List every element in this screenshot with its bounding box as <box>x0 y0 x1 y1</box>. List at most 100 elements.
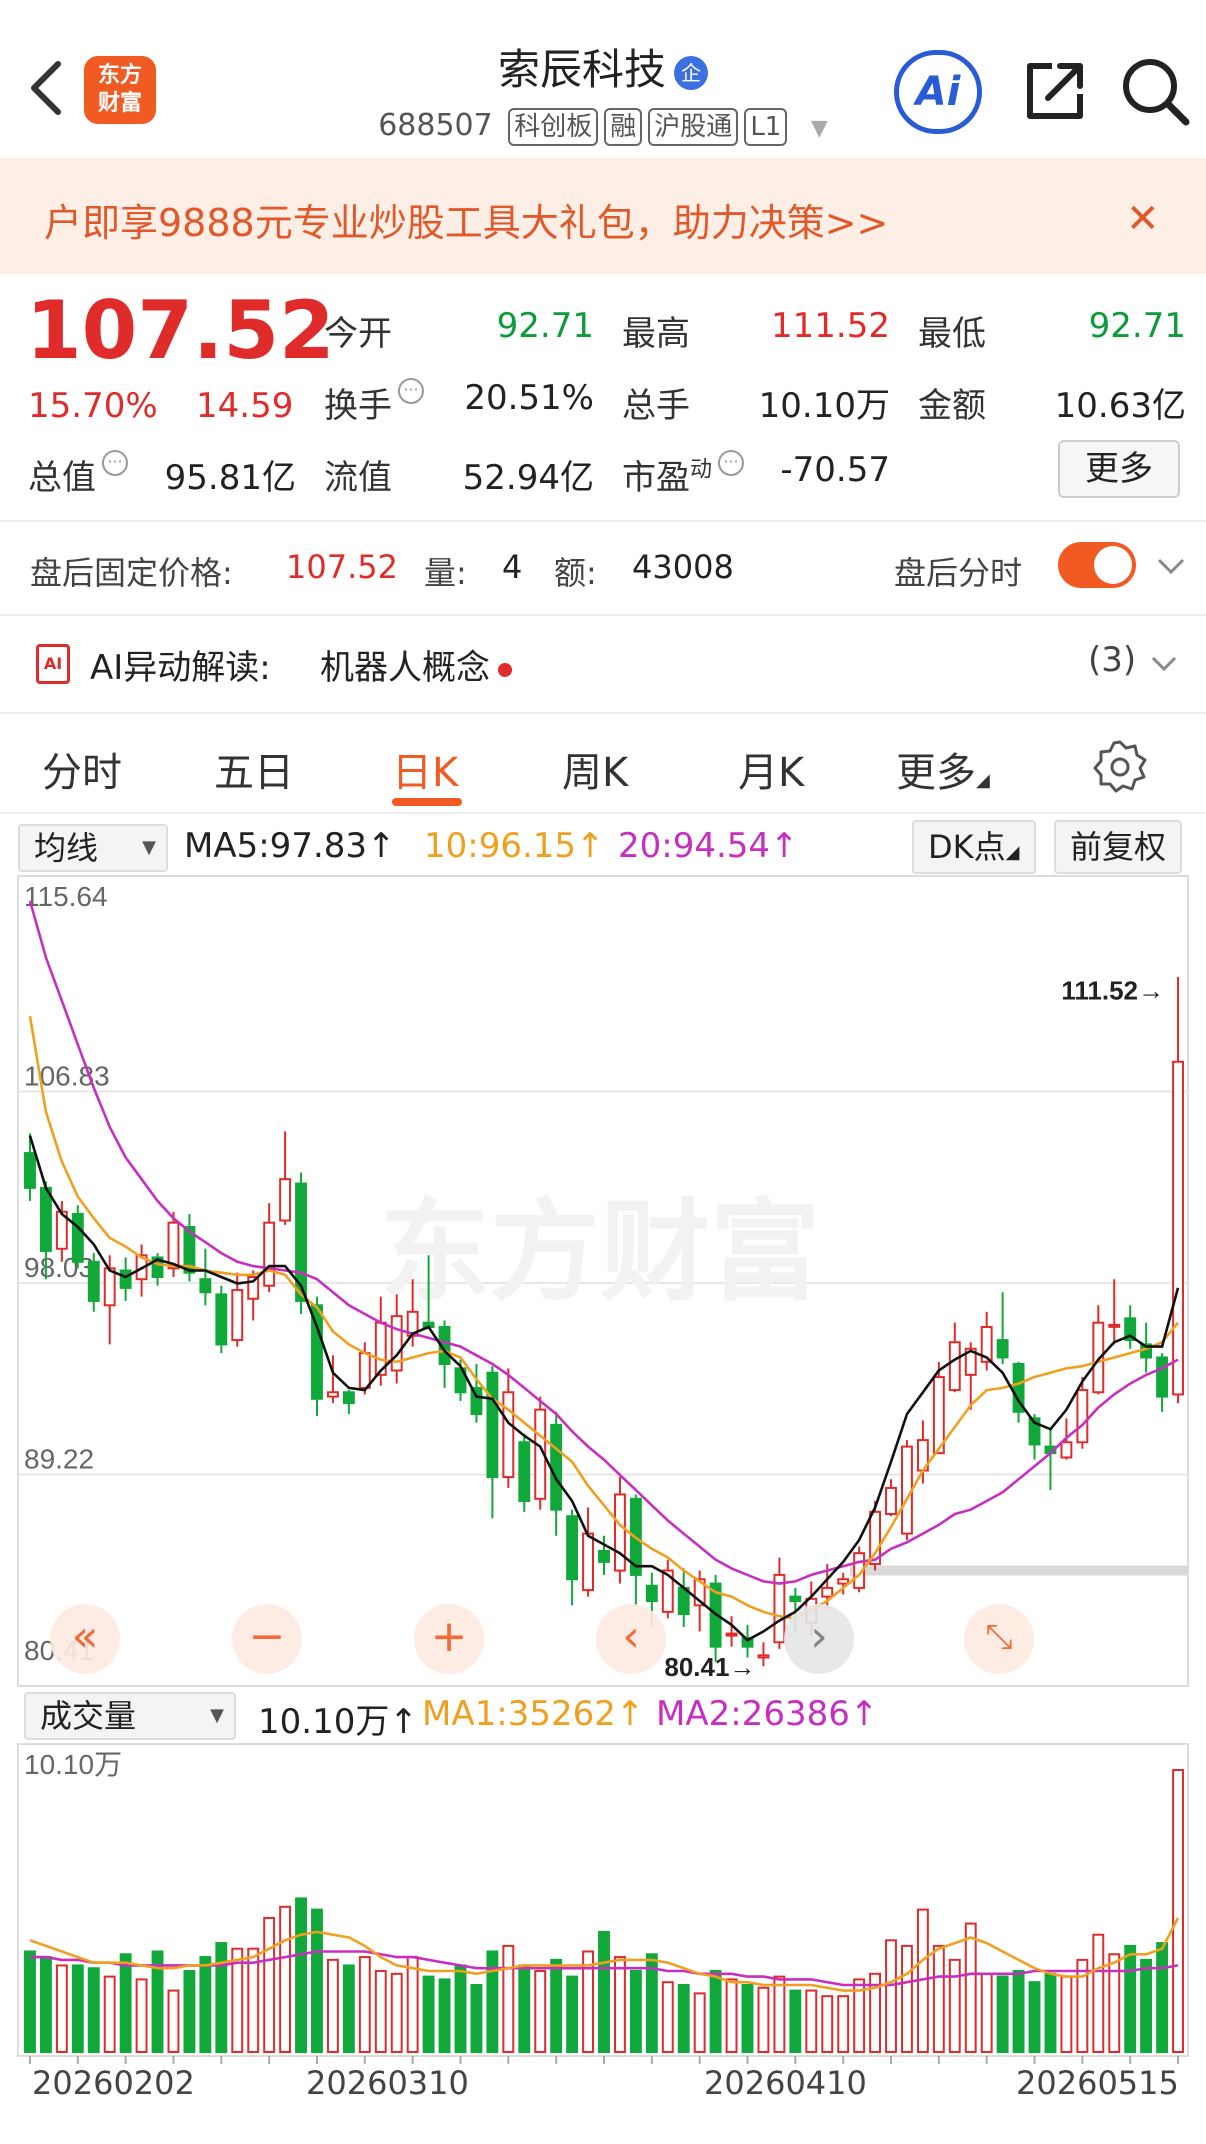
change-amount: 14.59 <box>196 386 294 426</box>
pe-value: -70.57 <box>780 450 890 490</box>
ai-button[interactable]: Ai <box>894 50 982 134</box>
volume-select[interactable]: 成交量 ▼ <box>24 1692 236 1740</box>
volume-bar-up <box>821 1995 834 2053</box>
volume-bar-up <box>948 1958 961 2053</box>
vol-ma2-value: MA2:26386↑ <box>656 1694 879 1734</box>
dk-point-button[interactable]: DK点◢ <box>912 820 1036 874</box>
candle-down <box>119 1257 132 1301</box>
floatcap-label: 流值 <box>324 458 392 498</box>
volume-bar-down <box>629 1970 642 2054</box>
mktcap-label: 总值 ··· <box>28 450 128 499</box>
candle-body <box>358 1352 371 1389</box>
volume-bar-down <box>1044 1972 1057 2053</box>
ai-alert-concept[interactable]: 机器人概念 <box>320 648 490 688</box>
candle-body <box>821 1586 834 1598</box>
header: 东方 财富 索辰科技企 688507 科创板融沪股通 L1 ▼ Ai <box>0 0 1206 156</box>
info-dots-icon[interactable]: ··· <box>102 450 128 476</box>
tab-intraday[interactable]: 分时 <box>42 740 122 798</box>
fullscreen-icon[interactable]: ⤡ <box>964 1604 1034 1674</box>
candle-up <box>279 1131 292 1225</box>
candle-body <box>885 1486 897 1516</box>
candle-up <box>885 1479 897 1517</box>
candle-body <box>119 1269 132 1289</box>
tab-monthly-k[interactable]: 月K <box>738 740 804 798</box>
vol-ma1-value: MA1:35262↑ <box>422 1694 645 1734</box>
y-tick-label: 115.64 <box>24 881 108 912</box>
dropdown-caret-icon[interactable]: ▼ <box>811 116 828 141</box>
volume-bar-up <box>1172 1769 1184 2053</box>
volume-bar-down <box>996 1975 1009 2053</box>
corner-caret-icon: ◢ <box>1005 842 1020 863</box>
volume-bar-down <box>789 1989 802 2054</box>
candle-body <box>725 1632 738 1637</box>
ai-alert-value[interactable]: 机器人概念 <box>320 640 512 689</box>
tab-more-label[interactable]: 更多 <box>896 750 976 796</box>
volume-bar-down <box>183 1970 196 2054</box>
info-dots-icon[interactable]: ··· <box>398 378 424 404</box>
ai-alert-count[interactable]: (3) <box>1088 640 1136 680</box>
ai-report-icon: AI <box>36 644 70 684</box>
volume-bar-up <box>534 1970 547 2054</box>
candle-body <box>71 1212 84 1263</box>
stock-code: 688507 <box>378 108 493 143</box>
volume-bar-up <box>980 1972 993 2053</box>
tab-weekly-k[interactable]: 周K <box>562 740 628 798</box>
gear-icon[interactable] <box>1092 738 1148 794</box>
tag-connect: 沪股通 <box>648 108 739 146</box>
ma5-value: MA5:97.83↑ <box>184 826 396 866</box>
divider <box>0 520 1206 522</box>
adjust-button[interactable]: 前复权 <box>1054 820 1182 874</box>
candlestick-chart[interactable]: 115.64106.8398.0389.2280.41东方财富111.52→80… <box>0 870 1206 1692</box>
candle-body <box>773 1573 786 1644</box>
volume-bar-down <box>598 1930 610 2053</box>
volume-bar-up <box>247 1947 260 2053</box>
more-button[interactable]: 更多 <box>1058 440 1180 498</box>
volume-bar-up <box>55 1964 68 2053</box>
ai-alert-label[interactable]: AI异动解读: <box>90 640 271 689</box>
ma-select[interactable]: 均线 ▼ <box>18 824 168 872</box>
zoom-out-icon[interactable]: − <box>232 1604 302 1674</box>
info-dots-icon[interactable]: ··· <box>718 450 745 476</box>
volume-bar-down <box>199 1956 212 2053</box>
x-label-0: 20260202 <box>32 2064 195 2102</box>
change-percent: 15.70% <box>28 386 158 426</box>
candle-body <box>39 1186 52 1252</box>
chevron-down-icon[interactable] <box>1156 556 1186 576</box>
candle-down <box>518 1433 531 1512</box>
volume-bar-up <box>1108 1953 1121 2053</box>
tab-daily-k[interactable]: 日K <box>392 740 458 798</box>
promo-banner[interactable]: 户即享9888元专业炒股工具大礼包，助力决策>> ✕ <box>0 158 1206 274</box>
tab-more[interactable]: 更多◢ <box>896 740 990 798</box>
volume-select-label[interactable]: 成交量 <box>40 1697 136 1735</box>
candle-body <box>582 1532 594 1592</box>
scroll-right-icon[interactable]: › <box>784 1604 854 1674</box>
volume-bar-up <box>167 1989 180 2054</box>
high-label: 最高 <box>622 314 690 354</box>
volume-bar-up <box>406 1956 419 2053</box>
share-icon[interactable] <box>1022 58 1088 124</box>
volume-bar-down <box>1028 1981 1041 2053</box>
volume-bar-down <box>566 1975 579 2053</box>
volume-chart[interactable]: 10.10万 <box>0 1740 1206 2070</box>
banner-text[interactable]: 户即享9888元专业炒股工具大礼包，助力决策>> <box>44 192 888 247</box>
volume-bar-up <box>901 1944 913 2053</box>
volume-bar-up <box>279 1905 292 2053</box>
chevron-down-icon[interactable] <box>1150 654 1178 674</box>
tab-five-day[interactable]: 五日 <box>214 740 294 798</box>
enterprise-badge-icon: 企 <box>674 55 708 90</box>
candle-down <box>1156 1353 1169 1412</box>
dk-point-label[interactable]: DK点 <box>928 828 1006 866</box>
zoom-in-icon[interactable]: + <box>414 1604 484 1674</box>
search-icon[interactable] <box>1120 56 1190 126</box>
volume-bar-up <box>390 1972 403 2053</box>
scroll-left-icon[interactable]: ‹ <box>596 1604 666 1674</box>
scroll-left-fast-icon[interactable]: « <box>50 1604 120 1674</box>
candle-body <box>789 1595 802 1602</box>
close-icon[interactable]: ✕ <box>1126 196 1160 242</box>
after-hours-price: 107.52 <box>286 548 398 586</box>
volume-max-label: 10.10万 <box>24 1749 122 1780</box>
candle-up <box>1092 1305 1105 1395</box>
candle-up <box>757 1642 770 1667</box>
ma-select-label[interactable]: 均线 <box>34 829 98 867</box>
volume-bar-down <box>39 1956 52 2053</box>
